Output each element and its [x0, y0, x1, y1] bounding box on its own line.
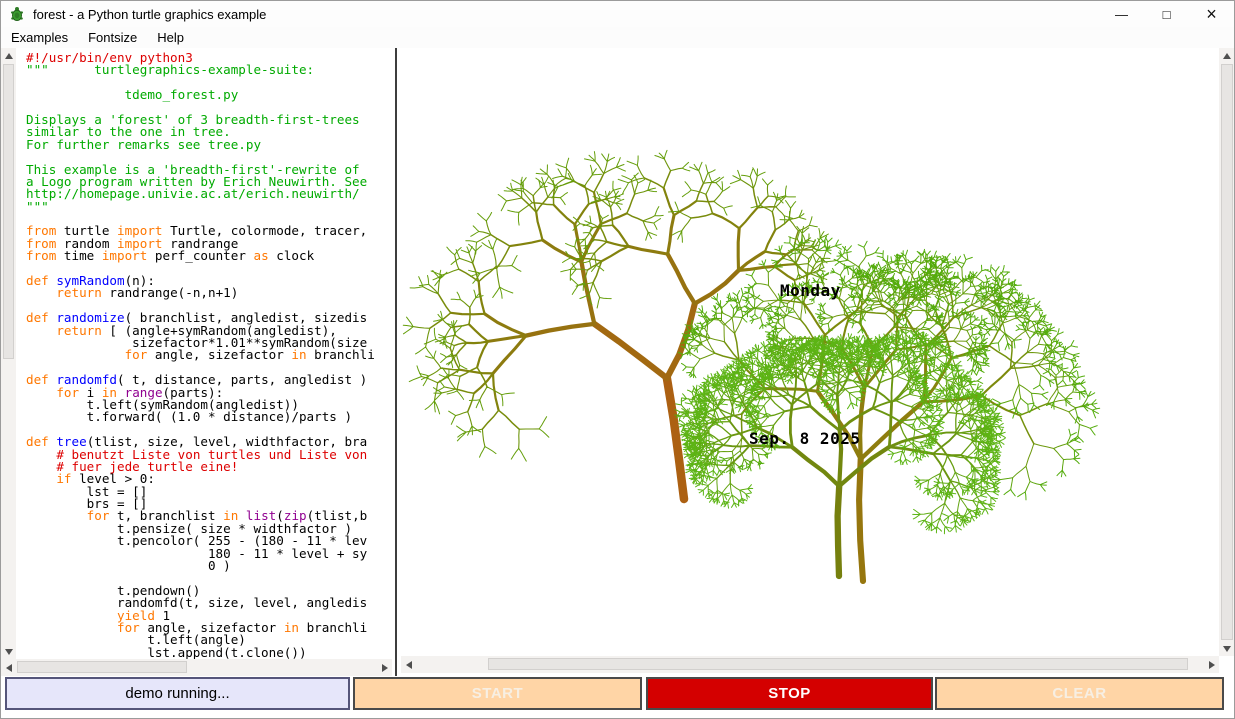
turtle-canvas: Monday Sep. 8 2025 — [401, 48, 1219, 656]
code-line: tdemo_forest.py — [26, 89, 392, 101]
menu-bar: Examples Fontsize Help — [1, 27, 1234, 48]
scroll-left-icon[interactable] — [1, 659, 16, 676]
minimize-button[interactable]: — — [1099, 1, 1144, 27]
code-line: """ turtlegraphics-example-suite: — [26, 64, 392, 76]
close-button[interactable]: × — [1189, 1, 1234, 27]
main-area: #!/usr/bin/env python3""" turtlegraphics… — [1, 48, 1235, 676]
status-label: demo running... — [5, 677, 350, 710]
canvas-text: Monday — [780, 281, 841, 300]
canvas-vscroll-thumb[interactable] — [1221, 64, 1233, 640]
tree-right-green — [675, 236, 1100, 581]
scroll-down-icon[interactable] — [1219, 641, 1235, 656]
turtle-app-icon — [9, 6, 25, 22]
canvas-horizontal-scrollbar[interactable] — [401, 656, 1219, 673]
start-button[interactable]: START — [353, 677, 642, 710]
window-title: forest - a Python turtle graphics exampl… — [33, 7, 266, 22]
code-line: For further remarks see tree.py — [26, 139, 392, 151]
clear-button[interactable]: CLEAR — [935, 677, 1224, 710]
code-text: #!/usr/bin/env python3""" turtlegraphics… — [16, 48, 392, 659]
canvas-area: Monday Sep. 8 2025 — [401, 48, 1219, 656]
code-line: from time import perf_counter as clock — [26, 250, 392, 262]
code-vertical-scrollbar[interactable] — [1, 48, 16, 659]
code-line: return randrange(-n,n+1) — [26, 287, 392, 299]
canvas-vertical-scrollbar[interactable] — [1219, 48, 1235, 656]
scroll-left-icon[interactable] — [401, 656, 416, 673]
title-bar: forest - a Python turtle graphics exampl… — [1, 1, 1234, 27]
scroll-up-icon[interactable] — [1, 48, 16, 63]
menu-examples[interactable]: Examples — [1, 28, 78, 47]
code-line: for angle, sizefactor in branchli — [26, 349, 392, 361]
control-bar: demo running... START STOP CLEAR — [1, 677, 1235, 710]
scroll-right-icon[interactable] — [377, 659, 392, 676]
code-hscroll-thumb[interactable] — [17, 661, 187, 673]
code-vscroll-thumb[interactable] — [3, 64, 14, 359]
menu-fontsize[interactable]: Fontsize — [78, 28, 147, 47]
maximize-button[interactable]: □ — [1144, 1, 1189, 27]
canvas-text: Sep. 8 2025 — [749, 429, 860, 448]
code-line: 0 ) — [26, 560, 392, 572]
scroll-up-icon[interactable] — [1219, 48, 1235, 63]
code-line: """ — [26, 201, 392, 213]
stop-button[interactable]: STOP — [646, 677, 933, 710]
code-line: t.forward( (1.0 * distance)/parts ) — [26, 411, 392, 423]
scroll-right-icon[interactable] — [1204, 656, 1219, 673]
code-line: lst.append(t.clone()) — [26, 647, 392, 659]
canvas-hscroll-thumb[interactable] — [488, 658, 1188, 670]
code-viewer[interactable]: #!/usr/bin/env python3""" turtlegraphics… — [16, 48, 392, 659]
app-window: forest - a Python turtle graphics exampl… — [0, 0, 1235, 719]
code-line: http://homepage.univie.ac.at/erich.neuwi… — [26, 188, 392, 200]
menu-help[interactable]: Help — [147, 28, 194, 47]
scroll-down-icon[interactable] — [1, 644, 16, 659]
code-horizontal-scrollbar[interactable] — [1, 659, 392, 676]
pane-divider — [395, 48, 397, 676]
